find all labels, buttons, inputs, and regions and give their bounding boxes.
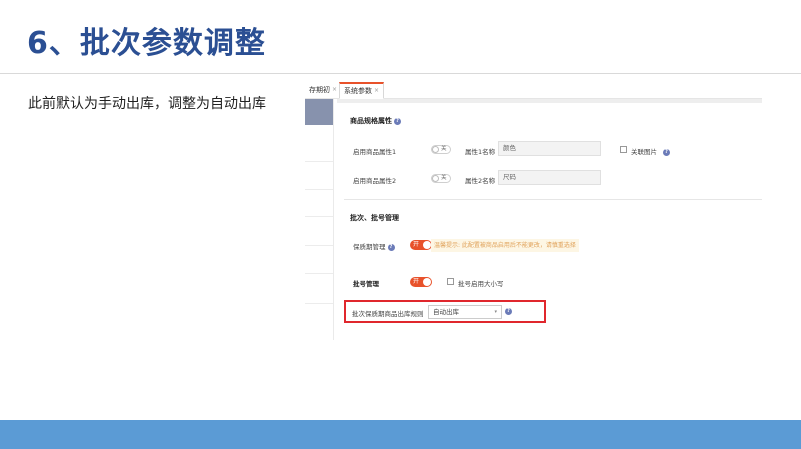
link-image-checkbox[interactable] bbox=[620, 146, 627, 153]
settings-screenshot: 存期初 × 系统参数 × 商品规格属性? 启用商品属性1 关 属性1名称 颜色 关联… bbox=[305, 82, 762, 340]
toggle-knob bbox=[432, 175, 439, 182]
chevron-down-icon: ▾ bbox=[494, 309, 497, 315]
batch-case-label: 批号启用大小写 bbox=[458, 280, 504, 288]
slide-description: 此前默认为手动出库，调整为自动出库 bbox=[28, 96, 266, 112]
help-icon[interactable]: ? bbox=[663, 148, 670, 156]
toggle-text: 开 bbox=[413, 278, 420, 285]
attr1-name-label: 属性1名称 bbox=[465, 148, 496, 156]
toggle-knob bbox=[423, 241, 431, 249]
left-nav-divider bbox=[305, 273, 333, 274]
tab-system-params[interactable]: 系统参数 × bbox=[339, 82, 385, 99]
toggle-text: 关 bbox=[441, 175, 447, 181]
left-nav-column bbox=[305, 99, 333, 340]
section-title-batch: 批次、批号管理 bbox=[350, 214, 399, 222]
shelf-life-label: 保质期管理? bbox=[353, 241, 395, 251]
left-nav-divider bbox=[305, 303, 333, 304]
left-nav-selected[interactable] bbox=[305, 99, 333, 125]
toggle-knob bbox=[432, 146, 439, 153]
section-title-label: 商品规格属性 bbox=[350, 117, 392, 125]
shelf-life-toggle[interactable]: 开 bbox=[410, 240, 432, 250]
batch-no-label: 批号管理 bbox=[353, 280, 379, 288]
section-title-spec: 商品规格属性? bbox=[350, 116, 401, 126]
attr2-toggle[interactable]: 关 bbox=[431, 174, 451, 183]
tab-opening-stock[interactable]: 存期初 × bbox=[305, 82, 341, 98]
footer-bar bbox=[0, 420, 801, 449]
tab-bar: 存期初 × 系统参数 × bbox=[305, 82, 762, 99]
column-separator bbox=[333, 99, 334, 340]
select-value: 自动出库 bbox=[433, 308, 459, 316]
left-nav-divider bbox=[305, 161, 333, 162]
help-icon[interactable]: ? bbox=[505, 308, 512, 315]
batch-no-toggle[interactable]: 开 bbox=[410, 277, 432, 287]
attr1-name-field[interactable]: 颜色 bbox=[498, 141, 601, 156]
tab-label: 系统参数 bbox=[344, 87, 372, 95]
close-icon[interactable]: × bbox=[374, 87, 379, 94]
left-nav-divider bbox=[305, 189, 333, 190]
close-icon[interactable]: × bbox=[332, 86, 337, 93]
outbound-rule-label: 批次保质期商品出库规则 bbox=[352, 310, 424, 318]
help-icon[interactable]: ? bbox=[387, 243, 395, 251]
section-divider bbox=[344, 199, 762, 200]
toolbar-strip bbox=[337, 99, 762, 103]
toggle-text: 关 bbox=[441, 146, 447, 152]
outbound-rule-select[interactable]: 自动出库 ▾ bbox=[428, 305, 502, 319]
toggle-text: 开 bbox=[413, 241, 420, 248]
link-image-text: 关联图片 bbox=[631, 148, 657, 156]
shelf-life-hint: 温馨提示: 此配置被商品启用后不能更改，请慎重选择 bbox=[431, 239, 579, 252]
link-image-label: 关联图片? bbox=[631, 146, 670, 156]
attr1-label: 启用商品属性1 bbox=[353, 148, 397, 156]
batch-case-checkbox[interactable] bbox=[447, 278, 454, 285]
attr2-name-field[interactable]: 尺码 bbox=[498, 170, 601, 185]
title-divider bbox=[0, 73, 801, 74]
left-nav-divider bbox=[305, 245, 333, 246]
shelf-life-text: 保质期管理 bbox=[353, 243, 386, 251]
help-icon[interactable]: ? bbox=[394, 117, 401, 125]
attr2-label: 启用商品属性2 bbox=[353, 177, 397, 185]
left-nav-divider bbox=[305, 216, 333, 217]
toggle-knob bbox=[423, 278, 431, 286]
slide-title: 6、批次参数调整 bbox=[27, 26, 266, 61]
tab-label: 存期初 bbox=[309, 86, 330, 94]
attr1-toggle[interactable]: 关 bbox=[431, 145, 451, 154]
attr2-name-label: 属性2名称 bbox=[465, 177, 496, 185]
